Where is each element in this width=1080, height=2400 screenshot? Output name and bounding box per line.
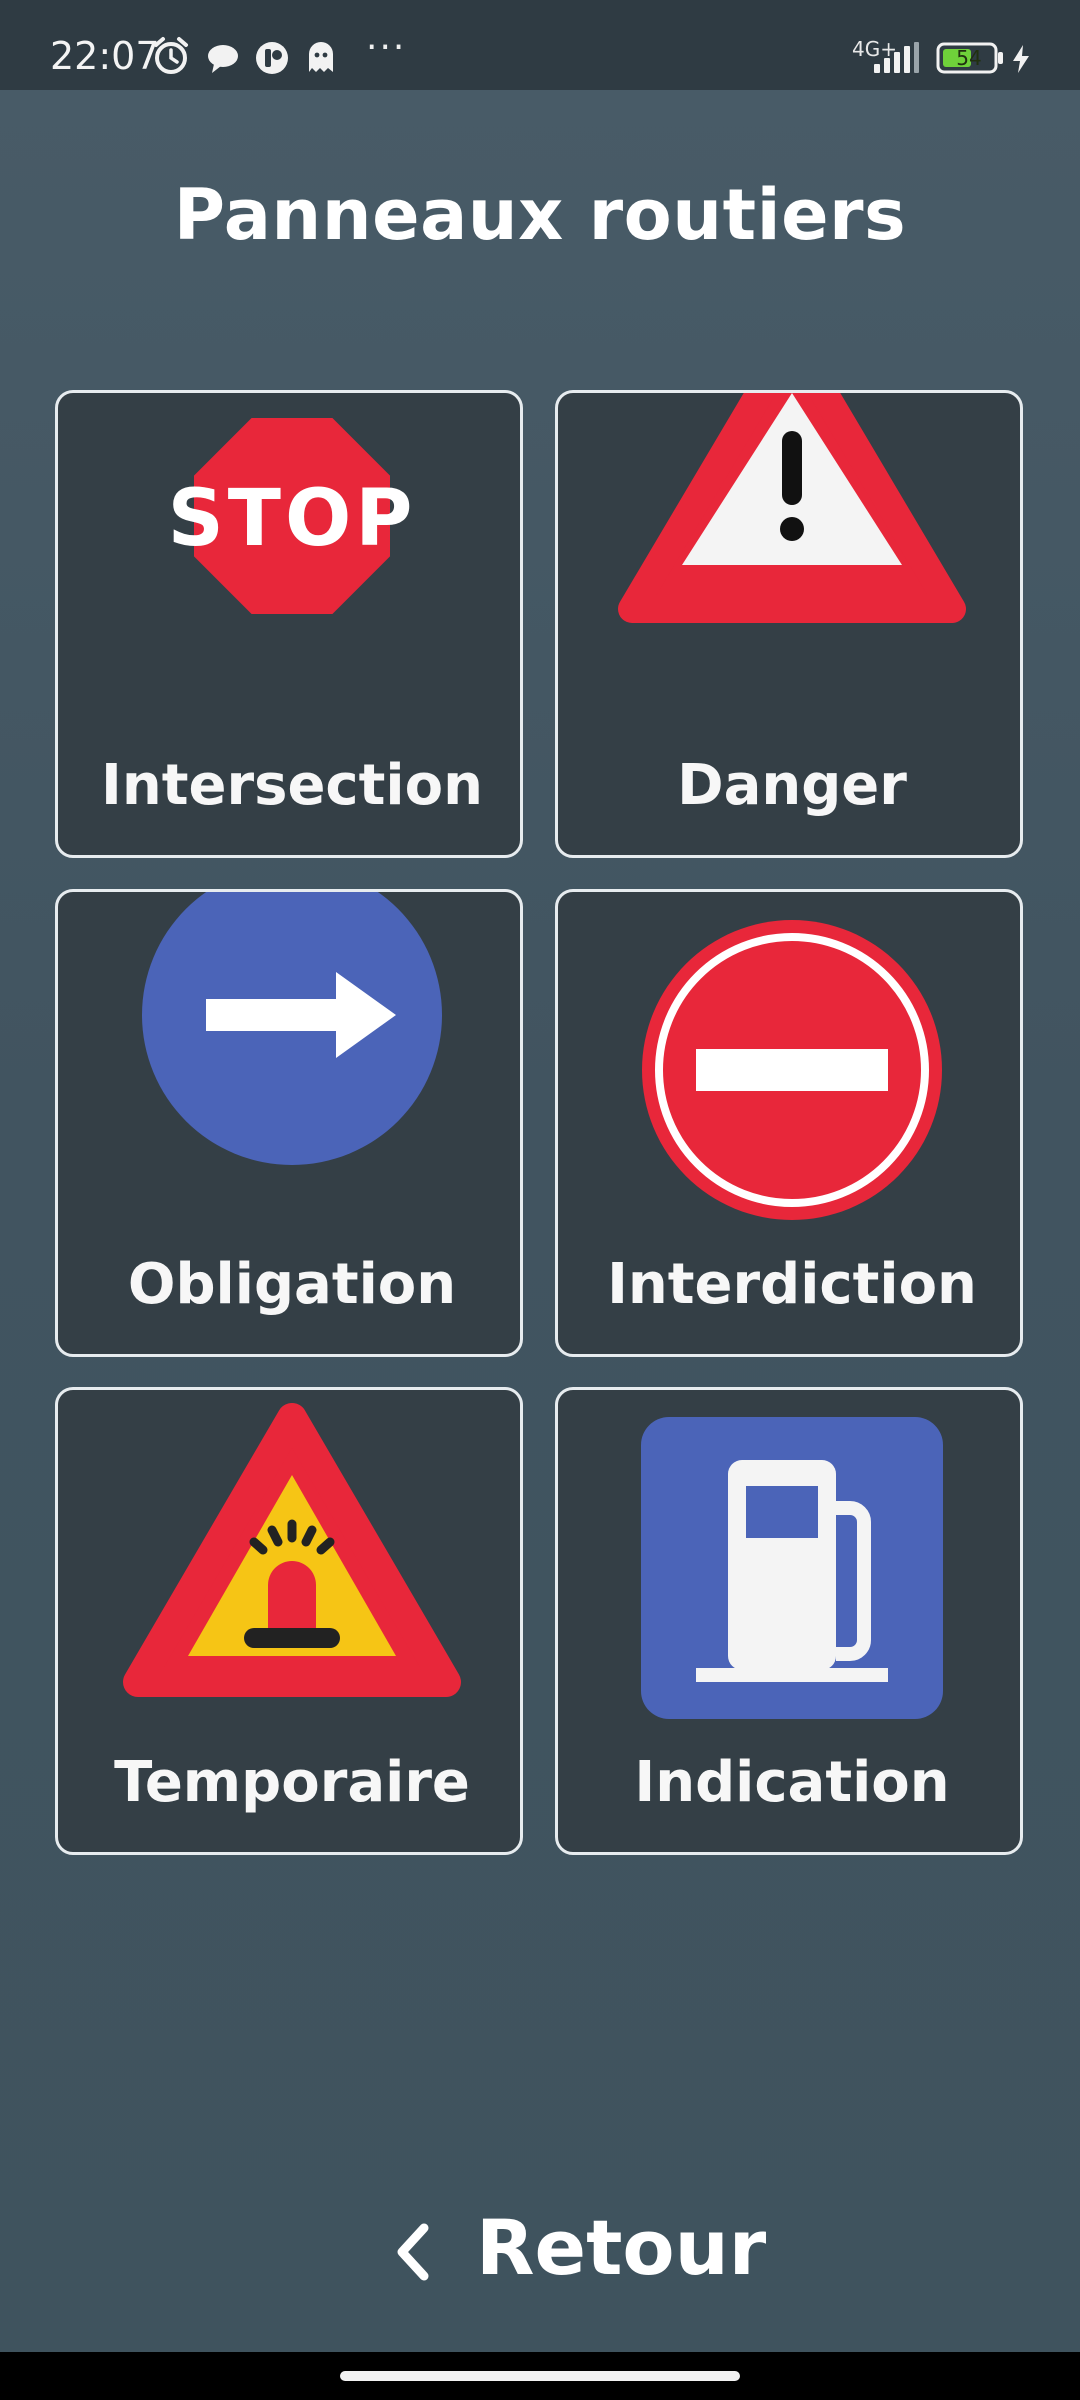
category-label: Temporaire — [114, 1750, 470, 1815]
category-card-indication[interactable]: Indication — [555, 1387, 1023, 1855]
back-label: Retour — [476, 2203, 767, 2292]
category-card-interdiction[interactable]: Interdiction — [555, 889, 1023, 1357]
danger-warning-sign-icon — [618, 393, 966, 623]
category-label: Intersection — [101, 753, 483, 818]
chevron-left-icon — [397, 2223, 429, 2281]
page-title: Panneaux routiers — [173, 174, 907, 256]
category-label: Interdiction — [607, 1252, 977, 1317]
message-icon — [208, 45, 238, 73]
back-button[interactable]: Retour — [370, 2200, 766, 2300]
category-card-obligation[interactable]: Obligation — [55, 889, 523, 1357]
temporary-roadwork-sign-icon — [123, 1403, 461, 1697]
fuel-station-sign-icon — [641, 1417, 943, 1719]
charging-icon — [1013, 45, 1029, 73]
alarm-icon — [154, 37, 188, 74]
category-card-intersection[interactable]: STOP Intersection — [55, 390, 523, 858]
app-notification-icon — [256, 42, 288, 74]
category-label: Danger — [677, 753, 907, 818]
category-card-temporaire[interactable]: Temporaire — [55, 1387, 523, 1855]
home-gesture-handle[interactable] — [340, 2371, 740, 2381]
battery-level: 54 — [956, 46, 982, 70]
stop-sign-text: STOP — [168, 474, 417, 564]
category-label: Obligation — [127, 1252, 457, 1317]
status-time: 22:07 — [50, 34, 160, 78]
category-label: Indication — [634, 1750, 950, 1815]
more-notifications-indicator: ··· — [366, 27, 407, 68]
status-bar: 22:07 ··· 4G+ 54 — [0, 0, 1080, 90]
stop-sign-icon: STOP — [168, 418, 417, 614]
no-entry-sign-icon — [642, 920, 942, 1220]
signal-icon — [874, 42, 919, 73]
ghost-icon — [309, 42, 333, 72]
mandatory-direction-sign-icon — [142, 892, 442, 1165]
category-card-danger[interactable]: Danger — [555, 390, 1023, 858]
